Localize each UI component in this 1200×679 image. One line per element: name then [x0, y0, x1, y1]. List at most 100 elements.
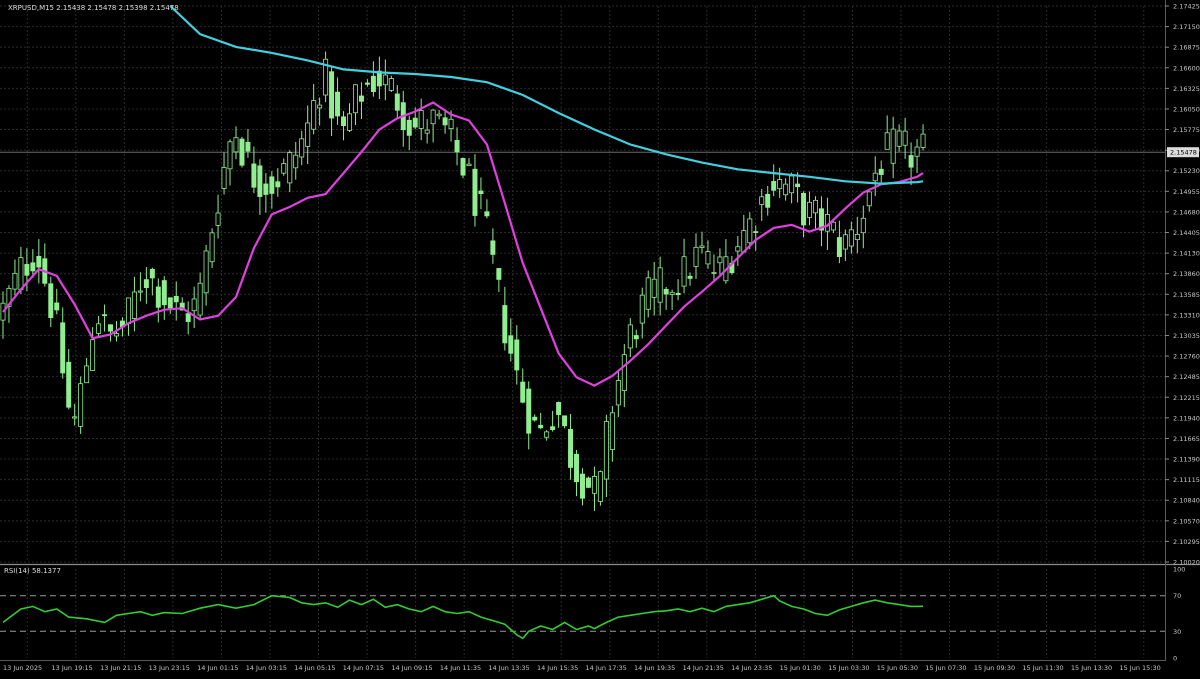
candle-body — [78, 383, 84, 427]
candle-body — [155, 286, 161, 308]
trading-chart[interactable]: 2.17425 2.17150 2.16875 2.16600 2.16325 2.160… — [0, 0, 1200, 675]
time-tick-label: 14 Jun 03:15 — [246, 664, 287, 672]
time-tick-label: 14 Jun 17:35 — [586, 664, 627, 672]
candle-body — [591, 476, 597, 494]
candle-body — [585, 477, 591, 488]
candle-body — [311, 100, 317, 130]
candle-body — [514, 339, 520, 371]
time-tick-label: 15 Jun 01:30 — [780, 664, 821, 672]
candle-body — [711, 272, 717, 274]
candle-body — [472, 168, 478, 216]
candle-body — [143, 279, 149, 289]
candle-body — [448, 118, 454, 129]
price-tick-label: 2.15775 — [1173, 126, 1200, 134]
candle-body — [233, 137, 239, 153]
candle-body — [203, 250, 209, 294]
candle-body — [394, 93, 400, 111]
candle-body — [269, 176, 275, 194]
candle-body — [639, 294, 645, 324]
price-tick-label: 2.11115 — [1173, 476, 1200, 484]
candle-body — [412, 117, 418, 128]
candle-body — [251, 163, 257, 188]
time-tick-label: 13 Jun 21:15 — [100, 664, 141, 672]
candle-body — [125, 297, 131, 325]
candle-body — [96, 323, 102, 334]
candle-body — [227, 141, 233, 170]
time-tick-label: 14 Jun 15:35 — [537, 664, 578, 672]
candle-body — [562, 415, 568, 427]
candle-body — [603, 420, 609, 480]
candle-body — [597, 471, 603, 502]
candle-body — [215, 212, 221, 226]
candle-body — [364, 82, 370, 85]
price-tick-label: 2.11665 — [1173, 435, 1200, 443]
price-tick-label: 2.11940 — [1173, 414, 1200, 422]
candle-body — [801, 192, 807, 226]
candle-body — [197, 282, 203, 316]
candle-body — [114, 333, 119, 337]
candle-body — [36, 255, 42, 268]
candle-body — [568, 429, 574, 468]
candle-body — [263, 183, 269, 195]
candle-body — [502, 305, 508, 344]
candle-body — [854, 234, 860, 241]
candle-body — [454, 140, 460, 153]
candle-body — [108, 324, 114, 332]
candle-body — [90, 339, 96, 371]
chart-background — [0, 0, 1200, 675]
candle-body — [347, 113, 352, 131]
candle-body — [771, 181, 777, 191]
price-tick-label: 2.12760 — [1173, 353, 1200, 361]
rsi-tick-label: 70 — [1173, 592, 1181, 600]
time-tick-label: 14 Jun 19:35 — [634, 664, 675, 672]
candle-body — [860, 217, 866, 234]
candle-body — [388, 78, 394, 91]
candle-body — [890, 128, 896, 164]
chart-svg[interactable]: 2.17425 2.17150 2.16875 2.16600 2.16325 2.160… — [0, 0, 1200, 675]
candle-body — [777, 179, 783, 190]
time-tick-label: 15 Jun 13:30 — [1071, 664, 1112, 672]
candle-body — [24, 264, 30, 276]
candle-body — [747, 218, 753, 244]
time-tick-label: 15 Jun 05:30 — [877, 664, 918, 672]
price-tick-label: 2.16050 — [1173, 105, 1200, 113]
candle-body — [167, 297, 173, 309]
candle-body — [663, 289, 669, 295]
candle-body — [484, 211, 490, 217]
candle-body — [275, 181, 281, 188]
candle-body — [54, 302, 60, 311]
candle-body — [60, 322, 66, 374]
candle-body — [406, 119, 412, 136]
candle-body — [615, 380, 621, 406]
price-tick-label: 2.16325 — [1173, 85, 1200, 93]
candle-body — [580, 473, 585, 499]
candle-body — [221, 167, 227, 189]
time-tick-label: 15 Jun 15:30 — [1119, 664, 1160, 672]
candle-body — [102, 314, 108, 317]
candle-body — [651, 278, 657, 298]
price-tick-label: 2.13585 — [1173, 291, 1200, 299]
candle-body — [896, 130, 902, 147]
candle-body — [508, 335, 514, 354]
candle-body — [836, 237, 842, 257]
candle-body — [526, 388, 532, 434]
price-tick-label: 2.15230 — [1173, 167, 1200, 175]
price-tick-label: 2.16875 — [1173, 44, 1200, 52]
price-tick-label: 2.12215 — [1173, 394, 1200, 402]
candle-body — [813, 199, 818, 214]
candle-body — [496, 268, 502, 280]
candle-body — [442, 117, 448, 126]
candle-body — [239, 138, 245, 166]
rsi-tick-label: 30 — [1173, 628, 1181, 636]
candle-body — [830, 221, 836, 231]
price-tick-label: 2.11390 — [1173, 456, 1200, 464]
chart-header-info: XRPUSD,M15 2.15438 2.15478 2.15398 2.154… — [8, 4, 179, 12]
candle-body — [520, 381, 526, 403]
candle-body — [317, 104, 323, 109]
time-tick-label: 14 Jun 11:35 — [440, 664, 481, 672]
time-tick-label: 13 Jun 23:15 — [149, 664, 190, 672]
time-tick-label: 14 Jun 21:35 — [683, 664, 724, 672]
candle-body — [741, 230, 747, 253]
price-tick-label: 2.10840 — [1173, 497, 1200, 505]
rsi-tick-label: 100 — [1173, 566, 1185, 574]
